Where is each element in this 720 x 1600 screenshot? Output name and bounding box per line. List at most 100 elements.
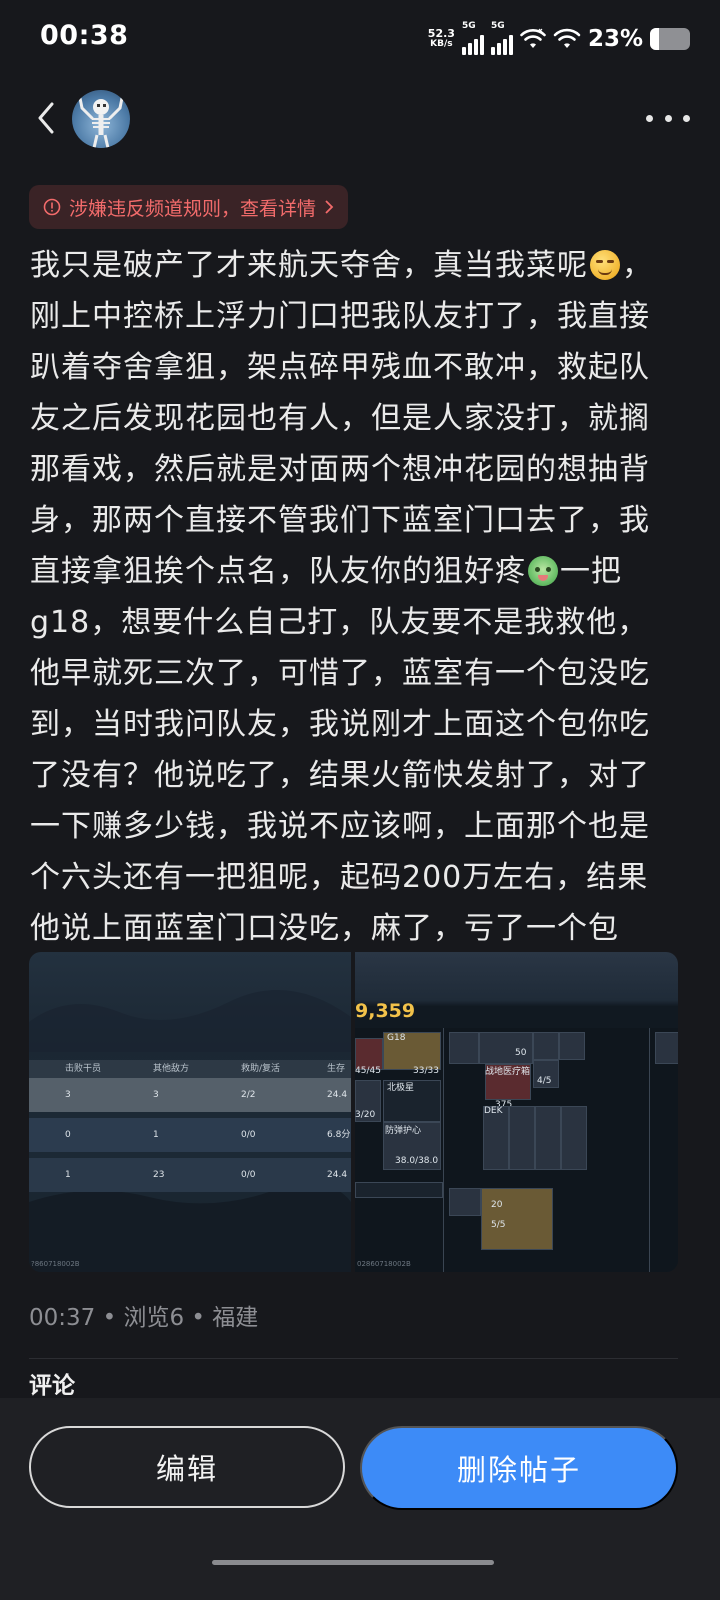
item-label: 3/20 <box>355 1110 376 1120</box>
post-line: 那看戏，然后就是对面两个想冲花园的想抽背 <box>30 444 696 495</box>
post-body: 我只是破产了才来航天夺舍，真当我菜呢 ， 刚上中控桥上浮力门口把我队友打了，我直接趴… <box>30 240 696 954</box>
back-button[interactable] <box>26 98 66 138</box>
post-image-scoreboard[interactable]: 击败干员 其他敌方 救助/复活 生存时 3 3 2/2 24.4 0 1 0/0… <box>29 952 351 1272</box>
item-label: DEK <box>484 1106 503 1116</box>
item-label: 5/5 <box>491 1220 506 1230</box>
home-indicator[interactable] <box>212 1560 494 1565</box>
post-text: 他早就死三次了，可惜了，蓝室有一个包没吃 <box>30 656 650 691</box>
header-cell: 击败干员 <box>65 1064 102 1074</box>
post-text: 那看戏，然后就是对面两个想冲花园的想抽背 <box>30 452 650 487</box>
wifi-2-icon <box>553 28 581 48</box>
skeleton-avatar-icon <box>78 96 124 148</box>
divider <box>443 1028 444 1272</box>
item-label: 50 <box>515 1048 527 1058</box>
scoreboard-row: 1 23 0/0 24.4 <box>29 1158 351 1192</box>
image-watermark: ?860718002B <box>31 1260 80 1268</box>
post-text: 身，那两个直接不管我们下蓝室门口去了，我 <box>30 503 650 538</box>
header-cell: 其他敌方 <box>153 1064 190 1074</box>
cellular-signal-2-icon: 5G <box>490 21 513 55</box>
post-text: 我只是破产了才来航天夺舍，真当我菜呢 <box>30 248 588 283</box>
alert-circle-icon <box>43 198 61 216</box>
smirk-emoji-icon <box>590 250 620 280</box>
item-label: 38.0/38.0 <box>395 1156 439 1166</box>
more-dots-icon <box>646 114 653 122</box>
item-label: G18 <box>387 1033 406 1043</box>
inv-slot <box>535 1106 561 1170</box>
sim2-type: 5G <box>490 21 505 31</box>
status-bar: 00:38 52.3 KB/s 5G 5G 23% <box>0 0 720 76</box>
post-line: 了没有？他说吃了，结果火箭快发射了，对了 <box>30 750 696 801</box>
money-value: 9,359 <box>355 1000 416 1022</box>
net-speed-unit: KB/s <box>430 39 453 49</box>
post-text: 刚上中控桥上浮力门口把我队友打了，我直接 <box>30 299 650 334</box>
edit-button[interactable]: 编辑 <box>29 1426 345 1508</box>
cell: 0/0 <box>241 1130 256 1140</box>
dog-emoji-icon <box>528 556 558 586</box>
item-label: 45/45 <box>355 1066 381 1076</box>
cell: 0 <box>65 1130 71 1140</box>
post-line: 我只是破产了才来航天夺舍，真当我菜呢 ， <box>30 240 696 291</box>
battery-icon <box>650 28 690 50</box>
inv-slot <box>449 1188 481 1216</box>
cell: 23 <box>153 1170 165 1180</box>
post-line: 个六头还有一把狙呢，起码200万左右，结果 <box>30 852 696 903</box>
post-line: 刚上中控桥上浮力门口把我队友打了，我直接 <box>30 291 696 342</box>
post-image-inventory[interactable]: 9,359 G18 45/45 33/33 北极星 3/20 防弹护心 38.0… <box>355 952 678 1272</box>
game-scene-silhouette <box>29 990 351 1272</box>
top-nav <box>0 82 720 154</box>
more-options-button[interactable] <box>646 106 690 130</box>
post-line: 直接拿狙挨个点名，队友你的狙好疼 一把 <box>30 546 696 597</box>
scoreboard-row: 0 1 0/0 6.8分 <box>29 1118 351 1152</box>
post-line: 友之后发现花园也有人，但是人家没打，就搁 <box>30 393 696 444</box>
post-text: 个六头还有一把狙呢，起码200万左右，结果 <box>30 860 649 895</box>
inv-slot <box>561 1106 587 1170</box>
battery-level <box>650 28 660 50</box>
net-speed-value: 52.3 <box>427 27 455 40</box>
scoreboard-header: 击败干员 其他敌方 救助/复活 生存时 <box>29 1060 351 1092</box>
post-text: 一下赚多少钱，我说不应该啊，上面那个也是 <box>30 809 650 844</box>
cell: 24.4 <box>327 1090 348 1100</box>
comments-heading: 评论 <box>29 1373 75 1399</box>
rule-violation-notice[interactable]: 涉嫌违反频道规则，查看详情 <box>29 185 349 229</box>
post-line: 到，当时我问队友，我说刚才上面这个包你吃 <box>30 699 696 750</box>
more-dot <box>683 114 690 122</box>
chevron-left-icon <box>38 102 54 134</box>
status-icons: 52.3 KB/s 5G 5G 23% <box>427 21 690 56</box>
inv-slot <box>449 1032 479 1064</box>
post-line: 他说上面蓝室门口没吃，麻了，亏了一个包 <box>30 903 696 954</box>
inv-slot <box>509 1106 535 1170</box>
inv-slot <box>355 1182 443 1198</box>
cell: 2/2 <box>241 1090 256 1100</box>
inv-slot <box>655 1032 678 1064</box>
post-line: 他早就死三次了，可惜了，蓝室有一个包没吃 <box>30 648 696 699</box>
status-time: 00:38 <box>40 20 129 51</box>
more-dot <box>664 114 672 122</box>
item-label: 4/5 <box>537 1076 552 1086</box>
item-label: 战地医疗箱 <box>485 1067 531 1077</box>
cell: 0/0 <box>241 1170 256 1180</box>
post-text: ， <box>622 248 653 283</box>
inv-slot <box>559 1032 585 1060</box>
post-line: 身，那两个直接不管我们下蓝室门口去了，我 <box>30 495 696 546</box>
post-line: 趴着夺舍拿狙，架点碎甲残血不敢冲，救起队 <box>30 342 696 393</box>
bottom-action-bar: 编辑 删除帖子 <box>0 1398 720 1600</box>
item-label: 20 <box>491 1200 503 1210</box>
post-text: 趴着夺舍拿狙，架点碎甲残血不敢冲，救起队 <box>30 350 650 385</box>
inventory-panel: G18 45/45 33/33 北极星 3/20 防弹护心 38.0/38.0 … <box>355 1028 678 1272</box>
chevron-right-icon <box>325 200 334 214</box>
post-line: 一下赚多少钱，我说不应该啊，上面那个也是 <box>30 801 696 852</box>
cellular-signal-icon: 5G <box>461 21 484 55</box>
scoreboard-row: 3 3 2/2 24.4 <box>29 1078 351 1112</box>
item-label: 北极星 <box>387 1083 415 1093</box>
delete-post-button[interactable]: 删除帖子 <box>360 1426 678 1510</box>
post-text: 直接拿狙挨个点名，队友你的狙好疼 <box>30 554 526 589</box>
avatar[interactable] <box>72 90 130 148</box>
inv-slot <box>481 1188 553 1250</box>
sim1-type: 5G <box>461 21 476 31</box>
cell: 3 <box>65 1090 71 1100</box>
notice-text: 涉嫌违反频道规则，查看详情 <box>69 197 317 220</box>
item-label: 33/33 <box>413 1066 439 1076</box>
divider <box>29 1358 678 1359</box>
post-text: 友之后发现花园也有人，但是人家没打，就搁 <box>30 401 650 436</box>
post-text: 他说上面蓝室门口没吃，麻了，亏了一个包 <box>30 911 619 946</box>
